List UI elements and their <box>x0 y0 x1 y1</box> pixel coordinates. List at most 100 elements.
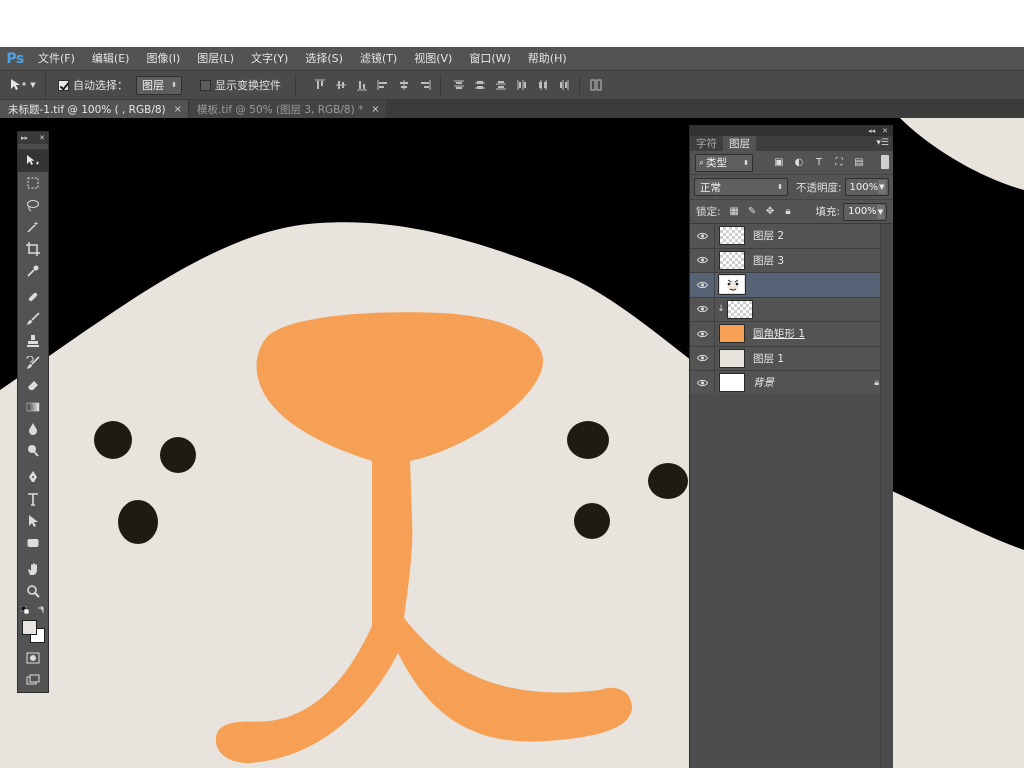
swap-colors-icon[interactable] <box>37 606 45 614</box>
eraser-tool-button[interactable] <box>18 374 48 396</box>
tool-preset-picker[interactable]: ▼ <box>0 70 46 100</box>
align-hcenter-icon[interactable] <box>393 76 414 94</box>
gradient-tool-button[interactable] <box>18 396 48 418</box>
distribute-left-icon[interactable] <box>511 76 532 94</box>
distribute-top-icon[interactable] <box>448 76 469 94</box>
eyedropper-tool-button[interactable] <box>18 260 48 282</box>
layer-name[interactable]: 图层 3 <box>753 253 784 268</box>
layer-row[interactable]: 图层 1 <box>690 346 893 371</box>
quick-mask-button[interactable] <box>18 647 48 669</box>
chevron-down-icon[interactable]: ▼ <box>876 204 885 219</box>
foreground-color-swatch[interactable] <box>22 620 37 635</box>
adjustment-filter-icon[interactable]: ◐ <box>793 157 805 168</box>
layer-row[interactable]: 圆角矩形 1 <box>690 321 893 347</box>
visibility-eye-icon[interactable] <box>690 223 715 248</box>
layer-name[interactable]: 背景 <box>753 375 774 390</box>
distribute-right-icon[interactable] <box>553 76 574 94</box>
layer-row[interactable]: 背景 🔒︎ <box>690 370 893 396</box>
align-left-icon[interactable] <box>372 76 393 94</box>
auto-align-icon[interactable] <box>585 76 606 94</box>
blur-tool-button[interactable] <box>18 418 48 440</box>
lock-image-icon[interactable]: ✎ <box>747 206 758 217</box>
layer-row[interactable]: 图层 2 <box>690 223 893 249</box>
move-tool-button[interactable] <box>18 150 48 172</box>
show-transform-option[interactable]: 显示变换控件 <box>200 77 281 93</box>
menu-image[interactable]: 图像(I) <box>138 47 189 70</box>
zoom-tool-button[interactable] <box>18 580 48 602</box>
visibility-eye-icon[interactable] <box>690 346 715 371</box>
align-right-icon[interactable] <box>414 76 435 94</box>
menu-edit[interactable]: 编辑(E) <box>84 47 139 70</box>
distribute-bottom-icon[interactable] <box>490 76 511 94</box>
menu-layer[interactable]: 图层(L) <box>189 47 243 70</box>
auto-select-option[interactable]: 自动选择： <box>58 77 128 93</box>
chevron-down-icon[interactable]: ▼ <box>878 180 886 194</box>
auto-select-checkbox[interactable] <box>58 79 69 91</box>
type-filter-icon[interactable]: T <box>813 157 825 168</box>
type-tool-button[interactable] <box>18 488 48 510</box>
menu-help[interactable]: 帮助(H) <box>520 47 576 70</box>
layer-row[interactable]: ↓ <box>690 297 893 322</box>
visibility-eye-icon[interactable] <box>690 272 715 297</box>
close-icon[interactable]: ✕ <box>882 127 888 135</box>
align-bottom-icon[interactable] <box>351 76 372 94</box>
tab-layers[interactable]: 图层 <box>723 136 756 151</box>
distribute-vcenter-icon[interactable] <box>469 76 490 94</box>
collapse-icon[interactable]: ▸▸ <box>21 134 28 142</box>
default-colors-icon[interactable] <box>21 606 29 614</box>
layer-name[interactable]: 图层 2 <box>753 228 784 243</box>
visibility-eye-icon[interactable] <box>690 321 715 346</box>
history-brush-tool-button[interactable] <box>18 352 48 374</box>
layer-name[interactable]: 图层 1 <box>753 351 784 366</box>
lock-transparent-icon[interactable]: ▦ <box>729 206 740 217</box>
panel-menu-icon[interactable]: ▾☰ <box>876 138 889 148</box>
path-selection-tool-button[interactable] <box>18 510 48 532</box>
tab-character[interactable]: 字符 <box>690 136 723 151</box>
visibility-eye-icon[interactable] <box>690 248 715 273</box>
layer-row[interactable]: 图层 3 <box>690 248 893 273</box>
close-icon[interactable]: ✕ <box>39 134 45 142</box>
shape-filter-icon[interactable]: ⛶ <box>833 157 845 168</box>
tab-untitled[interactable]: 未标题-1.tif @ 100% ( , RGB/8) × <box>0 100 189 118</box>
blend-mode-dropdown[interactable]: 正常 ⬍ <box>694 178 788 196</box>
align-vcenter-icon[interactable] <box>330 76 351 94</box>
opacity-field[interactable]: 100% ▼ <box>844 178 889 196</box>
collapse-icon[interactable]: ◂◂ <box>868 127 875 135</box>
menu-filter[interactable]: 滤镜(T) <box>352 47 406 70</box>
menu-file[interactable]: 文件(F) <box>30 47 84 70</box>
hand-tool-button[interactable] <box>18 558 48 580</box>
show-transform-checkbox[interactable] <box>200 79 211 91</box>
menu-window[interactable]: 窗口(W) <box>461 47 519 70</box>
visibility-eye-icon[interactable] <box>690 297 715 322</box>
align-top-icon[interactable] <box>309 76 330 94</box>
auto-select-target-dropdown[interactable]: 图层 ⬍ <box>136 75 182 95</box>
smart-object-filter-icon[interactable]: ▤ <box>853 157 865 168</box>
magic-wand-tool-button[interactable] <box>18 216 48 238</box>
rectangle-tool-button[interactable] <box>18 532 48 554</box>
visibility-eye-icon[interactable] <box>690 370 715 395</box>
distribute-hcenter-icon[interactable] <box>532 76 553 94</box>
crop-tool-button[interactable] <box>18 238 48 260</box>
lasso-tool-button[interactable] <box>18 194 48 216</box>
pixel-filter-icon[interactable]: ▣ <box>773 157 785 168</box>
clone-stamp-tool-button[interactable] <box>18 330 48 352</box>
lock-all-icon[interactable]: 🔒︎ <box>783 206 794 217</box>
dodge-tool-button[interactable] <box>18 440 48 462</box>
menu-select[interactable]: 选择(S) <box>297 47 352 70</box>
lock-position-icon[interactable]: ✥ <box>765 206 776 217</box>
menu-view[interactable]: 视图(V) <box>406 47 461 70</box>
brush-tool-button[interactable] <box>18 308 48 330</box>
layers-scrollbar[interactable] <box>880 224 893 768</box>
marquee-tool-button[interactable] <box>18 172 48 194</box>
healing-brush-tool-button[interactable] <box>18 286 48 308</box>
screen-mode-button[interactable] <box>18 669 48 691</box>
fill-field[interactable]: 100% ▼ <box>843 202 888 221</box>
close-icon[interactable]: × <box>174 104 182 115</box>
layer-row-selected[interactable] <box>690 272 893 298</box>
close-icon[interactable]: × <box>371 104 379 115</box>
filter-toggle[interactable] <box>881 155 889 169</box>
tab-template[interactable]: 模板.tif @ 50% (图层 3, RGB/8) * × <box>188 100 386 118</box>
layer-name[interactable]: 圆角矩形 1 <box>753 326 805 341</box>
pen-tool-button[interactable] <box>18 466 48 488</box>
menu-type[interactable]: 文字(Y) <box>243 47 297 70</box>
